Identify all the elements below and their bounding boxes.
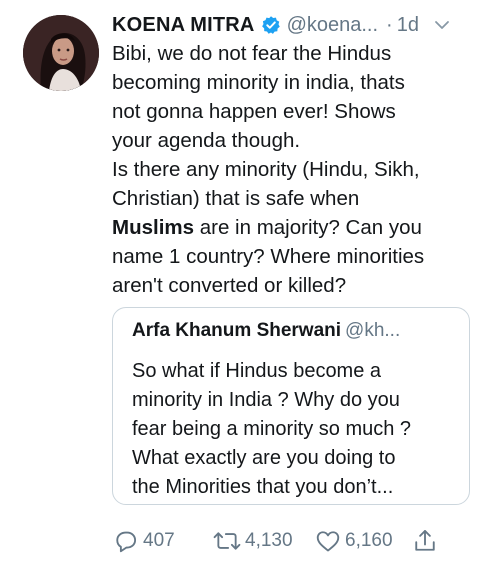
retweet-count: 4,130	[245, 530, 293, 551]
tweet-text: Bibi, we do not fear the Hindus becoming…	[112, 39, 487, 300]
bold-text: Muslims	[112, 216, 195, 239]
quoted-text-line: minority in India ? Why do you	[132, 389, 400, 411]
quoted-tweet-header: Arfa Khanum Sherwani @kh...	[132, 320, 400, 342]
tweet-text-line: Bibi, we do not fear the Hindus	[112, 42, 392, 65]
tweet-actions: 407 4,130 6,160	[112, 525, 487, 557]
tweet-header: KOENA MITRA @koena... · 1d	[112, 10, 487, 40]
reply-button[interactable]: 407	[112, 525, 175, 557]
tweet-timestamp[interactable]: 1d	[397, 14, 419, 37]
share-icon	[411, 527, 439, 555]
author-handle[interactable]: @koena...	[287, 14, 378, 37]
chevron-down-icon[interactable]	[433, 16, 451, 34]
reply-count: 407	[143, 530, 175, 551]
verified-badge-icon	[261, 15, 281, 35]
like-button[interactable]: 6,160	[314, 525, 393, 557]
retweet-button[interactable]: 4,130	[212, 525, 293, 557]
tweet[interactable]: KOENA MITRA @koena... · 1d Bibi, we do n…	[0, 0, 499, 570]
avatar[interactable]	[23, 15, 99, 91]
author-display-name[interactable]: KOENA MITRA	[112, 14, 255, 37]
tweet-text-line: not gonna happen ever! Shows	[112, 100, 396, 123]
quoted-tweet[interactable]: Arfa Khanum Sherwani @kh... So what if Hi…	[112, 307, 470, 505]
share-button[interactable]	[411, 525, 439, 557]
tweet-text-line: Christian) that is safe when	[112, 187, 360, 210]
quoted-text-line: What exactly are you doing to	[132, 447, 396, 469]
tweet-text-line: your agenda though.	[112, 129, 301, 152]
tweet-text-line: Muslims are in majority? Can you	[112, 213, 487, 242]
tweet-text-line: aren't converted or killed?	[112, 274, 347, 297]
tweet-text-line: name 1 country? Where minorities	[112, 245, 425, 268]
quoted-tweet-text: So what if Hindus become a minority in I…	[132, 357, 462, 502]
header-separator: ·	[386, 13, 393, 36]
quoted-author-name: Arfa Khanum Sherwani	[132, 320, 342, 341]
retweet-icon	[212, 527, 242, 555]
like-count: 6,160	[345, 530, 393, 551]
heart-icon	[314, 527, 342, 555]
avatar-image	[23, 15, 99, 91]
tweet-text-line: becoming minority in india, thats	[112, 71, 405, 94]
quoted-text-line: So what if Hindus become a	[132, 360, 382, 382]
quoted-author-handle: @kh...	[345, 320, 401, 341]
reply-icon	[112, 527, 140, 555]
tweet-text-fragment: are in majority? Can you	[194, 216, 422, 239]
quoted-text-line: fear being a minority so much ?	[132, 418, 412, 440]
tweet-text-line: Is there any minority (Hindu, Sikh,	[112, 158, 420, 181]
quoted-text-line: the Minorities that you don’t...	[132, 476, 394, 498]
